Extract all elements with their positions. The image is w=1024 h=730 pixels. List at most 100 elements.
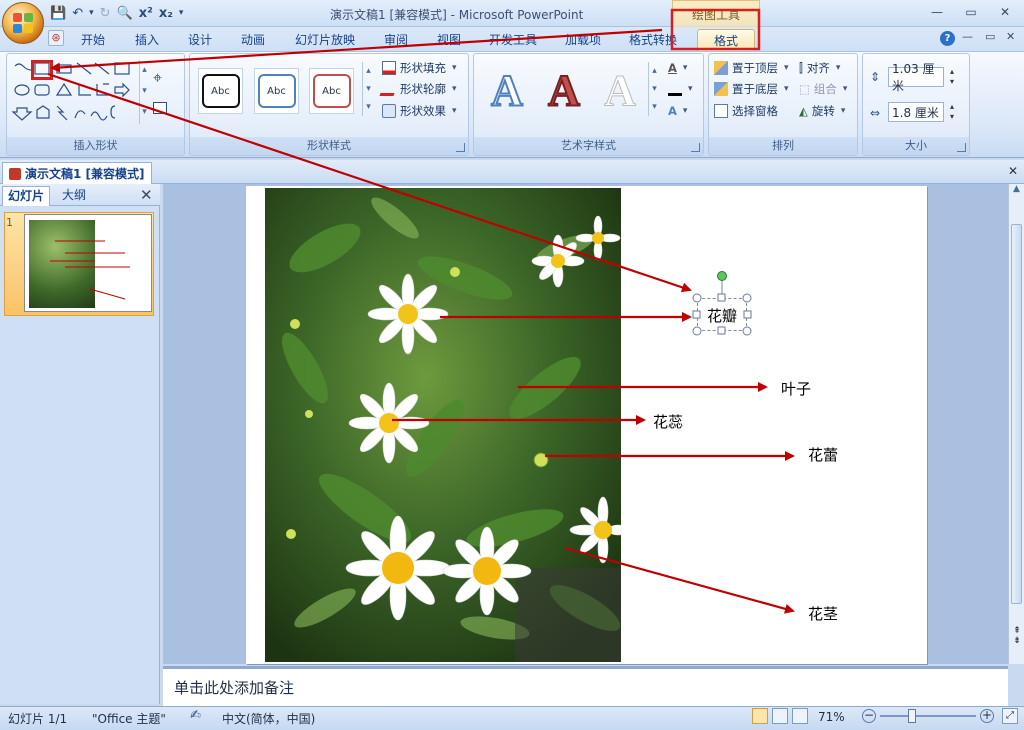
oval-shape-icon (14, 84, 30, 96)
minimize-button[interactable]: — (924, 2, 950, 22)
shape-height-input[interactable]: 1.03 厘米 (888, 62, 944, 93)
print-preview-icon[interactable]: 🔍 (117, 6, 133, 21)
vertical-scrollbar[interactable]: ▲ ⇞ ⇟ (1008, 184, 1024, 664)
tab-home[interactable]: 开始 (72, 27, 114, 51)
shape-fill-button[interactable]: 形状填充 (382, 58, 457, 78)
curve-shape-icon (14, 63, 32, 71)
superscript-icon[interactable]: x² (139, 6, 153, 21)
close-button[interactable]: ✕ (992, 2, 1018, 22)
slides-pane-close-icon[interactable]: ✕ (140, 186, 153, 204)
tab-outline[interactable]: 大纲 (54, 186, 94, 206)
group-label: 组合 (813, 82, 837, 96)
label-leaf[interactable]: 叶子 (781, 378, 811, 399)
selection-pane-label: 选择窗格 (732, 104, 778, 118)
rotate-button[interactable]: ◭ 旋转 (799, 101, 845, 121)
wave-shape-icon (90, 111, 108, 121)
status-zoom-level[interactable]: 71% (818, 710, 845, 724)
notes-placeholder: 单击此处添加备注 (174, 679, 295, 697)
shape-style-black[interactable]: Abc (198, 68, 243, 114)
wordart-style-white[interactable]: A (594, 62, 646, 118)
tab-developer[interactable]: 开发工具 (480, 27, 546, 51)
label-pistil[interactable]: 花蕊 (653, 411, 683, 432)
spellcheck-icon[interactable]: ✍ (190, 708, 201, 723)
save-icon[interactable]: 💾 (50, 6, 66, 21)
tab-slideshow[interactable]: 幻灯片放映 (285, 27, 365, 51)
tab-view[interactable]: 视图 (428, 27, 470, 51)
redo-icon[interactable]: ↻ (100, 6, 111, 21)
wordart-style-blue[interactable]: A (481, 62, 533, 118)
restore-button[interactable]: ▭ (958, 2, 984, 22)
wordart-scroll[interactable]: ▴ ▾ ▾ (648, 62, 660, 116)
customize-qat-icon[interactable]: ▾ (179, 8, 184, 18)
label-bud[interactable]: 花蕾 (808, 444, 838, 465)
zoom-in-icon[interactable]: + (980, 709, 994, 723)
fit-to-window-icon[interactable]: ⤢ (1002, 708, 1018, 724)
help-icon[interactable]: ? (940, 31, 955, 46)
undo-icon[interactable]: ↶ (72, 6, 83, 21)
group-label-size: 大小 (863, 137, 969, 155)
selection-pane-button[interactable]: 选择窗格 (714, 101, 778, 121)
slide-sorter-view-icon[interactable] (772, 708, 788, 724)
ribbon-restore-button[interactable]: ▭ (985, 30, 995, 43)
tab-design[interactable]: 设计 (179, 27, 221, 51)
group-label-shape-styles: 形状样式 (190, 137, 468, 155)
scroll-thumb (1011, 224, 1022, 604)
group-label-arrange: 排列 (709, 137, 857, 155)
undo-dropdown-icon[interactable]: ▾ (89, 8, 94, 18)
tab-slides[interactable]: 幻灯片 (2, 186, 50, 206)
normal-view-icon[interactable] (752, 708, 768, 724)
status-language: 中文(简体，中国) (222, 712, 316, 726)
wordart-style-red[interactable]: A (538, 62, 590, 118)
label-stem[interactable]: 花茎 (808, 603, 838, 624)
notes-pane[interactable]: 单击此处添加备注 (163, 666, 1008, 706)
tab-insert[interactable]: 插入 (126, 27, 168, 51)
page-nav-icon: ⇞ ⇟ (1013, 626, 1021, 646)
zoom-out-icon[interactable]: − (862, 709, 876, 723)
textbox-insert-icon[interactable] (153, 102, 167, 114)
subscript-icon[interactable]: x₂ (159, 6, 173, 21)
edit-shape-icon[interactable]: ⌖ (153, 68, 162, 88)
tab-format[interactable]: 格式 (697, 29, 755, 51)
slide-thumbnail[interactable] (24, 214, 152, 312)
down-arrow-shape-icon (11, 107, 33, 121)
document-tab[interactable]: 演示文稿1 [兼容模式] (2, 162, 152, 184)
shape-height-spinner[interactable]: ▴ ▾ (946, 67, 958, 87)
shape-style-blue[interactable]: Abc (254, 68, 299, 114)
shape-width-input[interactable]: 1.8 厘米 (888, 102, 944, 122)
shapes-gallery[interactable] (11, 60, 137, 126)
shape-width-spinner[interactable]: ▴ ▾ (946, 102, 958, 122)
line-shape-icon (76, 62, 92, 75)
size-launcher-icon (957, 143, 966, 152)
triangle-shape-icon (55, 82, 73, 96)
ribbon-minimize-button[interactable]: — (962, 30, 973, 43)
shape-outline-label: 形状轮廓 (400, 82, 446, 96)
shape-styles-scroll[interactable]: ▴ ▾ ▾ (362, 62, 374, 116)
tab-format-convert[interactable]: 格式转换 (620, 27, 686, 51)
slideshow-view-icon[interactable] (792, 708, 808, 724)
tab-addins[interactable]: 加载项 (557, 27, 609, 51)
zoom-slider-track[interactable] (880, 715, 976, 717)
text-effects-icon: A (668, 104, 677, 118)
tab-animation[interactable]: 动画 (232, 27, 274, 51)
status-theme: "Office 主题" (92, 712, 166, 726)
add-in-icon[interactable]: ⊛ (48, 30, 64, 46)
text-outline-button[interactable] (668, 79, 693, 99)
office-button[interactable] (2, 2, 44, 44)
rounded-rect-shape-icon (34, 84, 50, 96)
shape-style-red[interactable]: Abc (309, 68, 354, 114)
send-to-back-button[interactable]: 置于底层 (714, 79, 789, 99)
text-effects-button[interactable]: A (668, 101, 687, 121)
slide[interactable]: 花瓣 叶子 花蕊 花蕾 花茎 (246, 186, 927, 664)
document-close-icon[interactable]: ✕ (1008, 164, 1018, 178)
shape-effects-button[interactable]: 形状效果 (382, 101, 457, 121)
align-button[interactable]: ⫿ 对齐 (799, 58, 840, 78)
thumbnail-arrows (50, 240, 130, 300)
shape-width-value: 1.8 厘米 (892, 105, 939, 120)
shape-outline-button[interactable]: 形状轮廓 (379, 79, 457, 99)
ribbon-close-button[interactable]: ✕ (1006, 30, 1015, 43)
shapes-gallery-scroll[interactable]: ▴ ▾ ▾ (139, 60, 149, 124)
tab-review[interactable]: 审阅 (375, 27, 417, 51)
bring-to-front-button[interactable]: 置于顶层 (714, 58, 789, 78)
text-fill-button[interactable]: A (668, 58, 687, 78)
zoom-slider-thumb[interactable] (908, 709, 916, 723)
